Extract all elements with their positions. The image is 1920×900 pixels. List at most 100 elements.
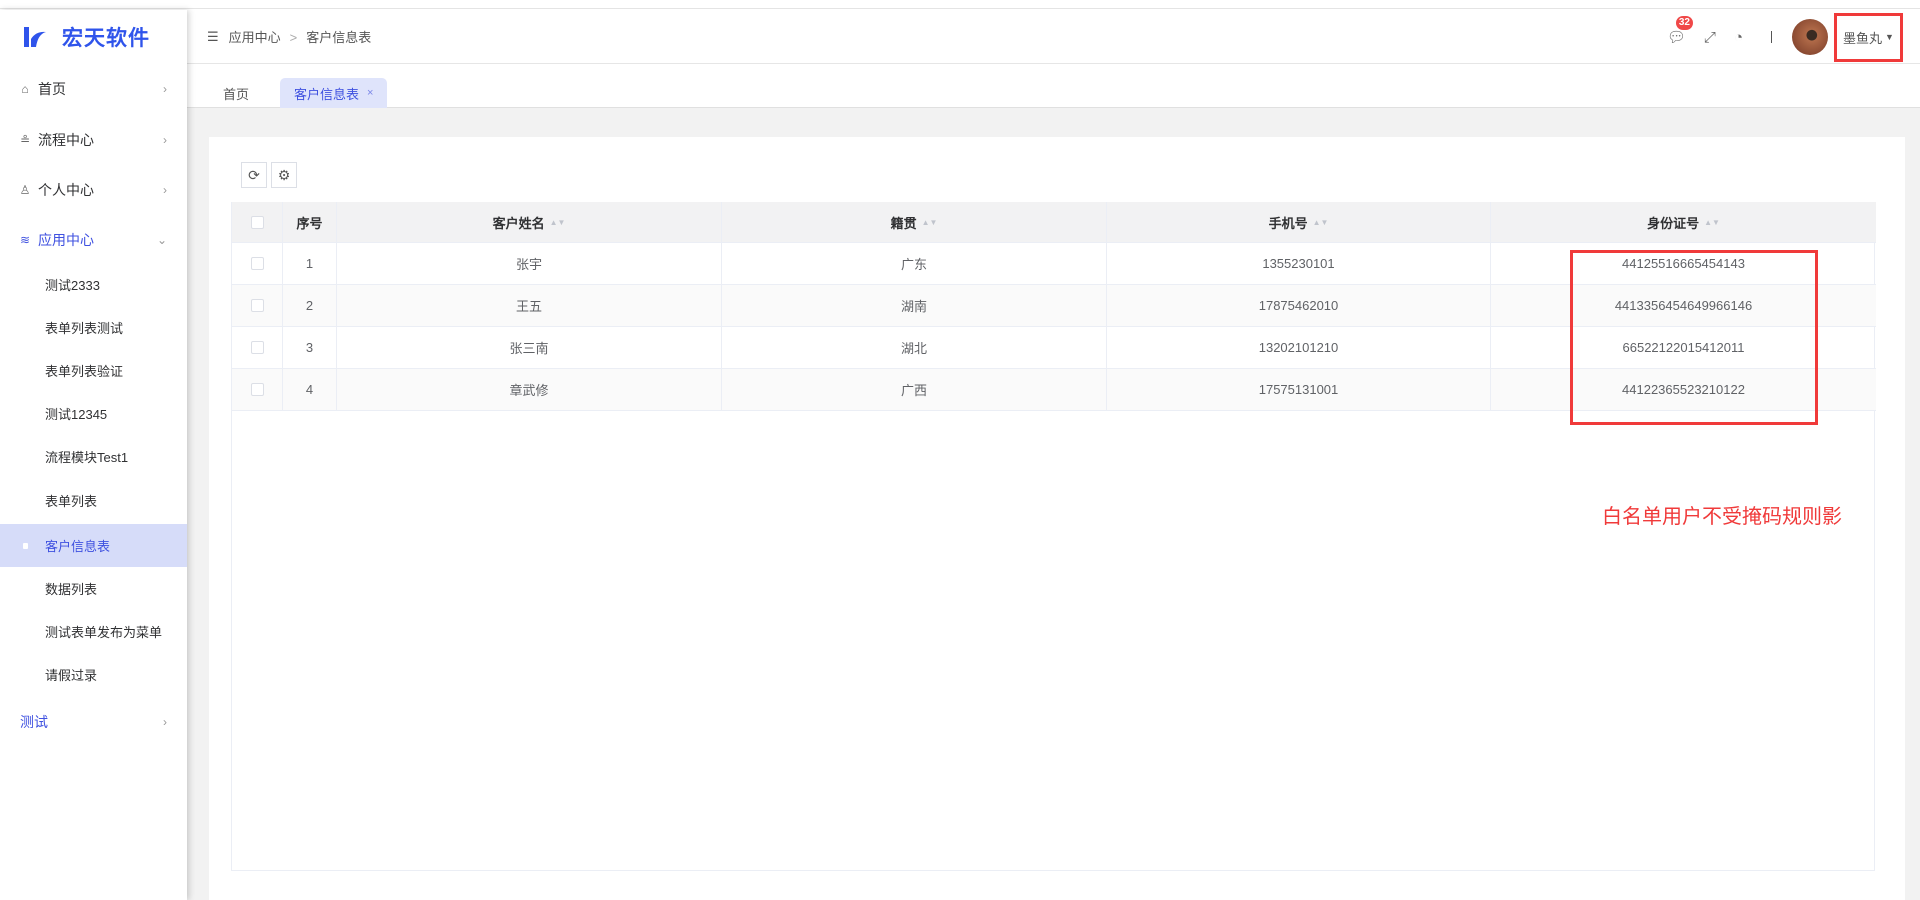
table-cell: 4413356454649966146 xyxy=(1614,298,1753,313)
caret-down-icon: ▼ xyxy=(1885,32,1894,42)
table-cell: 章武修 xyxy=(509,383,549,398)
table-cell: 44125516665454143 xyxy=(1622,256,1745,271)
table-cell: 王五 xyxy=(515,299,542,314)
flow-icon: ≗ xyxy=(19,133,31,147)
sidebar-subitem[interactable]: 测试2333 xyxy=(0,263,187,306)
sidebar-subitem[interactable]: 表单列表验证 xyxy=(0,349,187,392)
tab-label: 首页 xyxy=(223,86,250,102)
table-row[interactable]: 2 王五 湖南 17875462010 4413356454649966146 xyxy=(232,285,1876,327)
table-cell: 13202101210 xyxy=(1258,340,1339,355)
home-icon: ⌂ xyxy=(21,82,29,96)
table-cell: 4 xyxy=(305,382,314,397)
sidebar-item-home[interactable]: ⌂ 首页 › xyxy=(0,68,187,110)
table-cell: 3 xyxy=(305,340,314,355)
brand-name: 宏天软件 xyxy=(62,27,150,50)
chevron-right-icon: › xyxy=(163,82,167,96)
table-cell: 44122365523210122 xyxy=(1622,382,1745,397)
divider xyxy=(1771,31,1772,43)
sort-icon[interactable]: ▲▼ xyxy=(922,218,938,226)
refresh-button[interactable]: ⟳ xyxy=(241,162,267,188)
logo[interactable]: 宏天软件 xyxy=(0,10,187,64)
table-row[interactable]: 1 张宇 广东 1355230101 44125516665454143 xyxy=(232,243,1876,285)
table-cell: 2 xyxy=(305,298,314,313)
chevron-right-icon: › xyxy=(163,183,167,197)
column-header-label: 身份证号 xyxy=(1647,215,1700,231)
breadcrumb-item-current: 客户信息表 xyxy=(306,30,372,45)
breadcrumb-separator: > xyxy=(289,30,298,45)
table-cell: 湖南 xyxy=(900,299,927,314)
sidebar-item-label: 流程中心 xyxy=(38,132,94,148)
avatar[interactable] xyxy=(1792,19,1828,55)
table-cell: 66522122015412011 xyxy=(1622,340,1745,355)
table-row[interactable]: 4 章武修 广西 17575131001 44122365523210122 xyxy=(232,369,1876,411)
sidebar-item-personal-center[interactable]: ♙ 个人中心 › xyxy=(0,169,187,211)
column-header-sortable[interactable]: 籍贯 ▲▼ xyxy=(722,202,1107,242)
column-header-sortable[interactable]: 身份证号 ▲▼ xyxy=(1491,202,1876,242)
sidebar-item-label: 应用中心 xyxy=(38,232,94,248)
sort-icon[interactable]: ▲▼ xyxy=(1704,218,1720,226)
sidebar: 宏天软件 ⌂ 首页 › ≗ 流程中心 › ♙ 个人中心 › ≋ 应用中心 ⌄ 测试2333 表单… xyxy=(0,10,187,900)
table-cell: 广东 xyxy=(900,257,927,272)
sidebar-item-app-center[interactable]: ≋ 应用中心 ⌄ xyxy=(0,219,187,261)
sidebar-subitem-label: 客户信息表 xyxy=(45,539,111,554)
sidebar-item-test[interactable]: 测试 › xyxy=(0,701,187,743)
chevron-right-icon: › xyxy=(163,715,167,729)
chevron-down-icon: ⌄ xyxy=(156,233,167,247)
table-row[interactable]: 3 张三南 湖北 13202101210 66522122015412011 xyxy=(232,327,1876,369)
tab-customer-info[interactable]: 客户信息表 × xyxy=(280,78,388,108)
message-count-badge: 32 xyxy=(1675,16,1693,30)
column-header-label: 序号 xyxy=(296,215,323,231)
table-cell: 17875462010 xyxy=(1258,298,1339,313)
sidebar-subitem[interactable]: 请假过录 xyxy=(0,653,187,696)
sidebar-subitem[interactable]: 表单列表 xyxy=(0,479,187,522)
sort-icon[interactable]: ▲▼ xyxy=(1313,218,1329,226)
table-cell: 张三南 xyxy=(509,341,549,356)
gear-icon: ⚙ xyxy=(277,166,291,183)
table-cell: 17575131001 xyxy=(1258,382,1339,397)
breadcrumb-item[interactable]: 应用中心 xyxy=(229,30,281,45)
sidebar-item-label: 个人中心 xyxy=(38,182,94,198)
active-dot-icon xyxy=(23,542,28,549)
table-header: 序号 客户姓名 ▲▼ 籍贯 ▲▼ 手机号 ▲▼ 身份证号 ▲▼ xyxy=(232,202,1876,243)
tab-label: 客户信息表 xyxy=(294,86,360,102)
sidebar-subitem[interactable]: 数据列表 xyxy=(0,567,187,610)
message-icon[interactable]: 💬︎ 32 xyxy=(1667,16,1693,46)
logo-icon xyxy=(24,27,46,47)
sort-icon[interactable]: ▲▼ xyxy=(550,218,566,226)
refresh-icon: ⟳ xyxy=(248,166,260,183)
row-checkbox[interactable] xyxy=(250,299,264,312)
sidebar-item-label: 测试 xyxy=(20,714,48,730)
sidebar-subitem-active[interactable]: 客户信息表 xyxy=(0,524,187,567)
settings-button[interactable]: ⚙ xyxy=(271,162,297,188)
row-checkbox[interactable] xyxy=(250,383,264,396)
table-cell: 1355230101 xyxy=(1262,256,1335,271)
column-header-sortable[interactable]: 手机号 ▲▼ xyxy=(1107,202,1491,242)
sidebar-subitem[interactable]: 表单列表测试 xyxy=(0,306,187,349)
fullscreen-icon[interactable]: ⤢ xyxy=(1704,29,1716,46)
sidebar-subitem[interactable]: 流程模块Test1 xyxy=(0,435,187,478)
menu-fold-icon[interactable]: ☰ xyxy=(207,29,219,45)
table-cell: 张宇 xyxy=(515,257,542,272)
user-menu[interactable]: 墨鱼丸 ▼ xyxy=(1834,12,1903,62)
column-header-sortable[interactable]: 客户姓名 ▲▼ xyxy=(337,202,722,242)
breadcrumb: 应用中心 > 客户信息表 xyxy=(229,27,372,46)
column-header-label: 手机号 xyxy=(1268,215,1308,231)
sidebar-subitem[interactable]: 测试表单发布为菜单 xyxy=(0,610,187,653)
username: 墨鱼丸 xyxy=(1843,30,1883,46)
user-icon: ♙ xyxy=(19,183,31,197)
sidebar-subitem[interactable]: 测试12345 xyxy=(0,392,187,435)
tab-home[interactable]: 首页 xyxy=(223,78,249,108)
top-header: ☰ 应用中心 > 客户信息表 💬︎ 32 ⤢ ◔ 墨鱼丸 ▼ xyxy=(187,10,1920,64)
row-checkbox[interactable] xyxy=(250,257,264,270)
sidebar-item-flow-center[interactable]: ≗ 流程中心 › xyxy=(0,119,187,161)
annotation-text: 白名单用户不受掩码规则影 xyxy=(1602,506,1842,528)
table-cell: 1 xyxy=(305,256,314,271)
close-icon[interactable]: × xyxy=(367,87,373,99)
table-cell: 广西 xyxy=(900,383,927,398)
sidebar-item-label: 首页 xyxy=(38,81,66,97)
column-header-label: 客户姓名 xyxy=(492,215,545,231)
row-checkbox[interactable] xyxy=(250,341,264,354)
select-all-checkbox[interactable] xyxy=(250,215,264,229)
window-top-border xyxy=(0,0,1920,9)
palette-icon[interactable]: ◔ xyxy=(1734,29,1743,46)
